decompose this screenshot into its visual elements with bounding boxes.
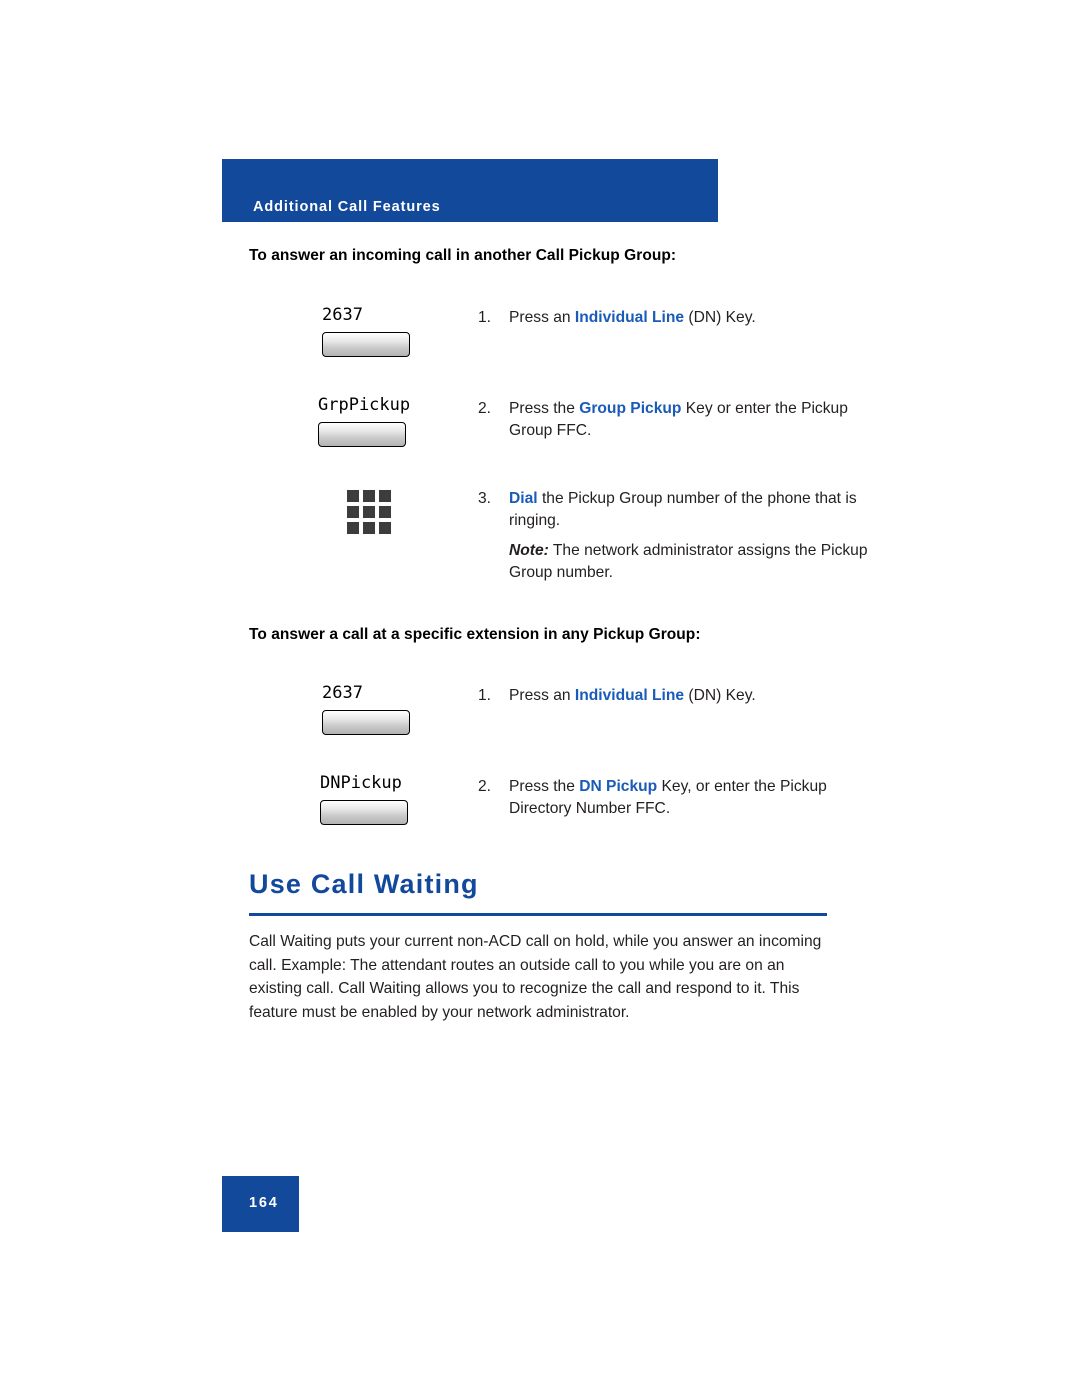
step-text: Dial the Pickup Group number of the phon… (509, 488, 878, 531)
dialpad-icon-key (379, 522, 391, 534)
step-text-highlight: Individual Line (574, 309, 685, 326)
section-heading-2: To answer a call at a specific extension… (249, 626, 701, 643)
step-note: Note: The network administrator assigns … (509, 540, 878, 583)
step-number: 1. (478, 309, 492, 326)
softkey-label-grppickup: GrpPickup (318, 395, 411, 415)
step-item: 3. Dial the Pickup Group number of the p… (478, 488, 878, 583)
step-text-highlight: Dial (509, 490, 538, 507)
softkey-button-2637-a (322, 332, 410, 357)
title-divider (249, 913, 827, 916)
softkey-graphic-individual-line-1: 2637 (322, 305, 410, 357)
step-item: 2. Press the DN Pickup Key, or enter the… (478, 776, 878, 819)
section-heading-1: To answer an incoming call in another Ca… (249, 247, 677, 264)
note-label: Note: (509, 542, 549, 559)
step-number: 2. (478, 400, 492, 417)
dialpad-icon-key (379, 506, 391, 518)
step-text: Press an Individual Line (DN) Key. (509, 307, 868, 329)
note-text: The network administrator assigns the Pi… (509, 542, 868, 581)
step-text-before: Press an (509, 687, 575, 704)
step-number: 1. (478, 687, 492, 704)
dialpad-icon-key (363, 490, 375, 502)
softkey-graphic-individual-line-2: 2637 (322, 683, 410, 735)
step-text-before: Press the (509, 778, 580, 795)
step-text: Press an Individual Line (DN) Key. (509, 685, 868, 707)
softkey-button-grppickup (318, 422, 406, 447)
step-text-highlight: Group Pickup (579, 400, 682, 417)
page-number-box: 164 (222, 1176, 299, 1232)
step-number: 2. (478, 778, 492, 795)
dialpad-icon-row (347, 506, 391, 518)
dialpad-icon-key (363, 506, 375, 518)
softkey-label-dnpickup: DNPickup (320, 773, 402, 793)
step-text: Press the Group Pickup Key or enter the … (509, 398, 868, 441)
dialpad-icon-row (347, 522, 391, 534)
page-number-label: 164 (249, 1195, 279, 1211)
step-text-before: Press the (509, 400, 580, 417)
chapter-header-bar: Additional Call Features (222, 159, 718, 222)
softkey-button-dnpickup (320, 800, 408, 825)
softkey-label-2637-b: 2637 (322, 683, 363, 703)
dialpad-icon-key (347, 506, 359, 518)
step-text-before: Press an (509, 309, 575, 326)
step-item: 2. Press the Group Pickup Key or enter t… (478, 398, 868, 441)
step-number: 3. (478, 490, 492, 507)
dialpad-icon-key (347, 522, 359, 534)
softkey-graphic-group-pickup: GrpPickup (318, 395, 410, 447)
step-text: Press the DN Pickup Key, or enter the Pi… (509, 776, 878, 819)
dialpad-icon-key (347, 490, 359, 502)
softkey-label-2637-a: 2637 (322, 305, 363, 325)
dialpad-icon-key (363, 522, 375, 534)
document-page: Additional Call Features To answer an in… (0, 0, 1080, 1397)
step-text-after: the Pickup Group number of the phone tha… (509, 490, 857, 529)
step-item: 1. Press an Individual Line (DN) Key. (478, 685, 868, 707)
dialpad-icon-row (347, 490, 391, 502)
step-item: 1. Press an Individual Line (DN) Key. (478, 307, 868, 329)
softkey-graphic-dn-pickup: DNPickup (320, 773, 408, 825)
chapter-header-label: Additional Call Features (253, 199, 441, 215)
dialpad-icon-key (379, 490, 391, 502)
page-title: Use Call Waiting (249, 869, 479, 899)
softkey-button-2637-b (322, 710, 410, 735)
body-paragraph: Call Waiting puts your current non-ACD c… (249, 933, 822, 1021)
dialpad-icon (347, 490, 391, 540)
step-text-after: (DN) Key. (684, 309, 756, 326)
step-text-after: (DN) Key. (684, 687, 756, 704)
step-text-highlight: Individual Line (574, 687, 685, 704)
step-text-highlight: DN Pickup (579, 778, 658, 795)
